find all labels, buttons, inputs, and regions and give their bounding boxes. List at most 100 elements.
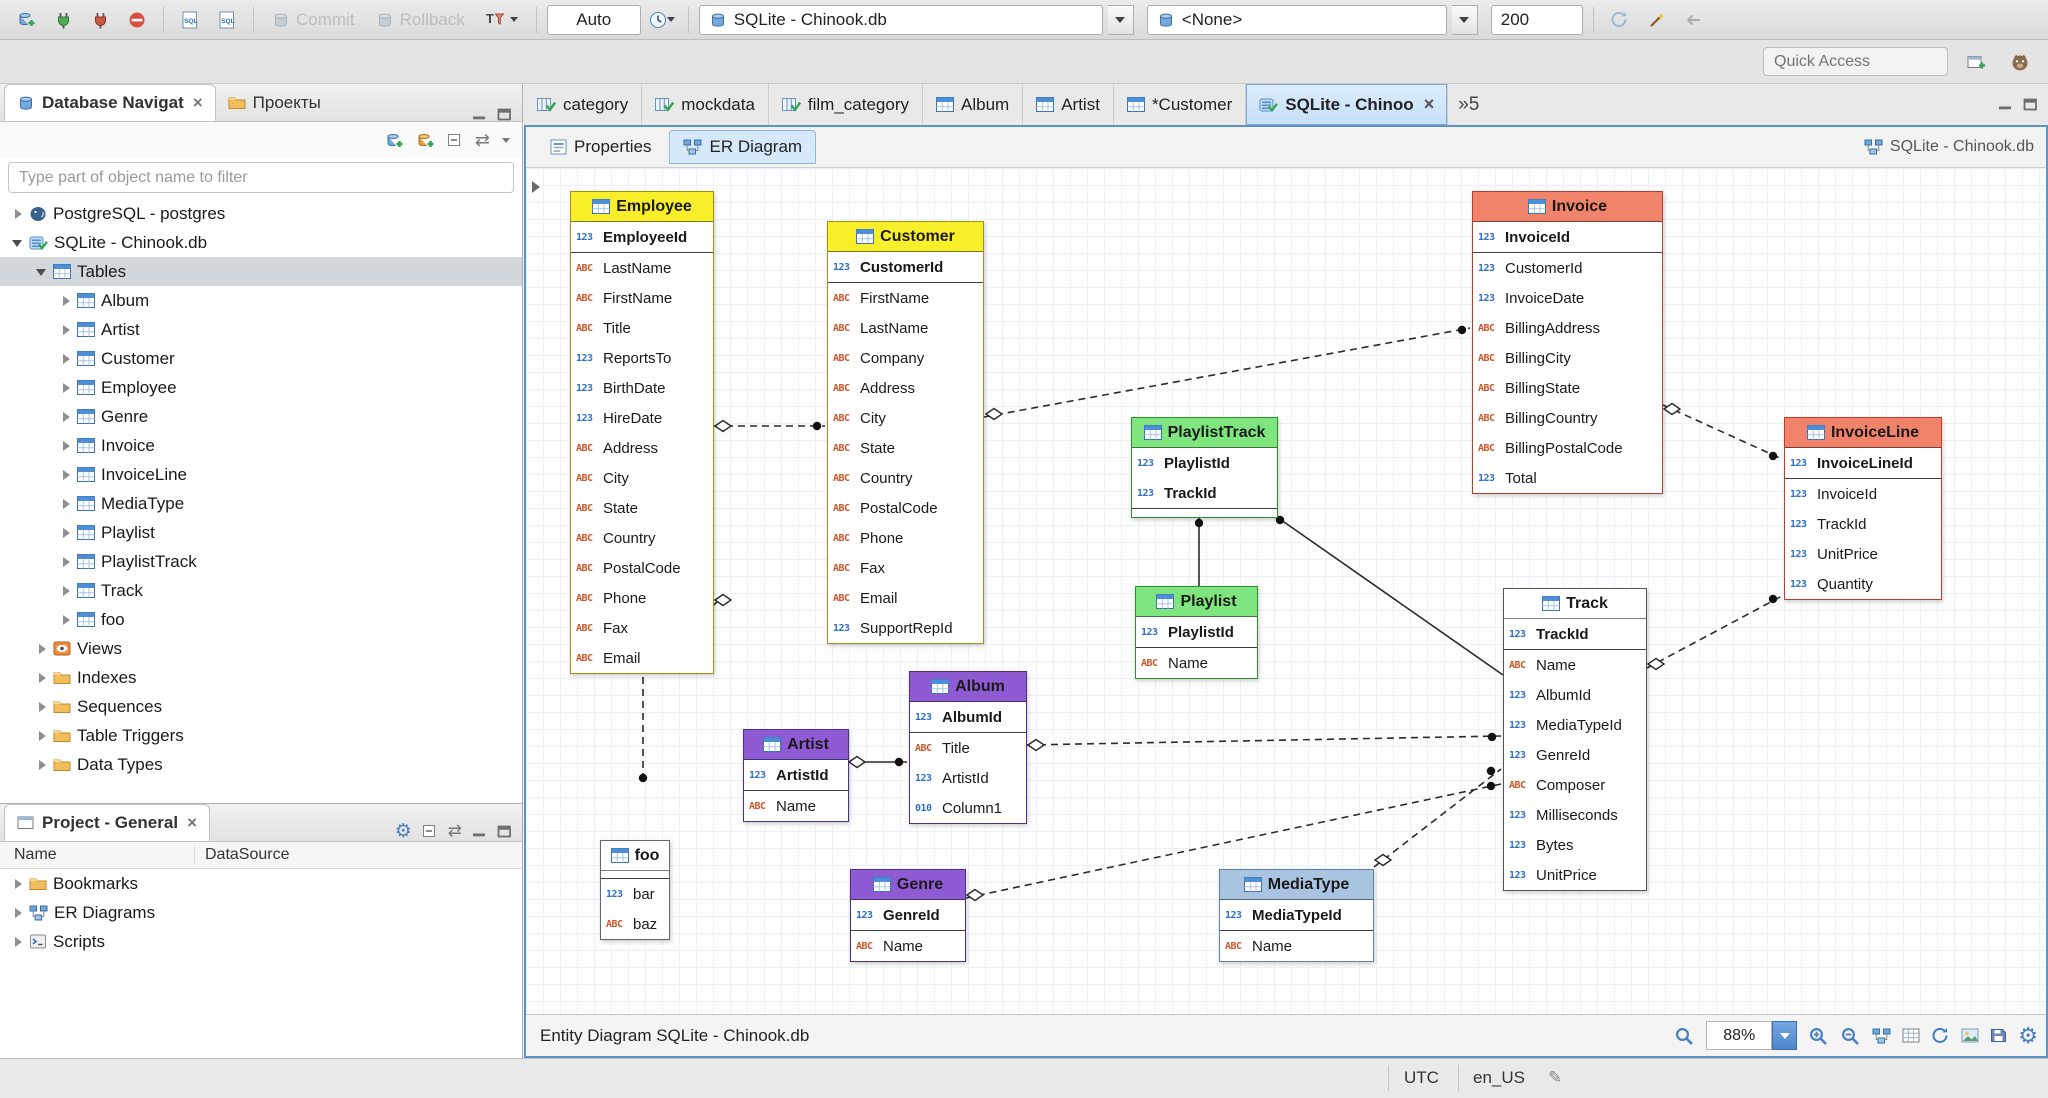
- tree-item-genre[interactable]: Genre: [0, 402, 522, 431]
- entity-column-invoiceid[interactable]: 123 InvoiceId: [1785, 479, 1941, 509]
- entity-header[interactable]: Track: [1504, 589, 1646, 619]
- entity-column-billingcity[interactable]: ABC BillingCity: [1473, 343, 1662, 373]
- disconnect-icon[interactable]: [84, 4, 116, 36]
- expander-icon[interactable]: [58, 553, 75, 570]
- fetch-size-input[interactable]: [1490, 4, 1583, 35]
- entity-invoice[interactable]: Invoice 123 InvoiceId 123 CustomerId 123 Invoi…: [1472, 191, 1663, 494]
- tab-database-navigator[interactable]: Database Navigat ×: [4, 84, 216, 121]
- tab-overflow-indicator[interactable]: »5: [1448, 84, 1489, 125]
- entity-column-invoiceid[interactable]: 123 InvoiceId: [1473, 222, 1662, 252]
- entity-column-lastname[interactable]: ABC LastName: [571, 253, 713, 283]
- transaction-mode-select[interactable]: Auto: [546, 4, 641, 35]
- editor-tab-artist[interactable]: Artist: [1023, 84, 1114, 125]
- invalidate-icon[interactable]: [121, 4, 153, 36]
- entity-header[interactable]: foo: [601, 841, 669, 871]
- tab-er-diagram[interactable]: ER Diagram: [669, 130, 817, 164]
- close-icon[interactable]: ×: [1424, 94, 1435, 115]
- entity-column-lastname[interactable]: ABC LastName: [828, 313, 983, 343]
- tree-item-album[interactable]: Album: [0, 286, 522, 315]
- entity-column-genreid[interactable]: 123 GenreId: [851, 900, 965, 930]
- entity-column-email[interactable]: ABC Email: [571, 643, 713, 673]
- entity-column-state[interactable]: ABC State: [828, 433, 983, 463]
- entity-header[interactable]: PlaylistTrack: [1132, 418, 1277, 448]
- export-image-icon[interactable]: [1961, 1028, 1979, 1043]
- new-connection-icon[interactable]: [10, 4, 42, 36]
- entity-foo[interactable]: foo 123 bar ABC baz: [600, 840, 670, 940]
- entity-header[interactable]: Genre: [851, 870, 965, 900]
- column-header-datasource[interactable]: DataSource: [195, 846, 290, 864]
- entity-column-mediatypeid[interactable]: 123 MediaTypeId: [1504, 710, 1646, 740]
- entity-invoiceline[interactable]: InvoiceLine 123 InvoiceLineId 123 InvoiceId 1…: [1784, 417, 1942, 600]
- entity-column-customerid[interactable]: 123 CustomerId: [1473, 253, 1662, 283]
- relation-line-track-mediatype[interactable]: [1373, 768, 1502, 868]
- magic-wand-button[interactable]: [1641, 4, 1673, 36]
- entity-column-billingstate[interactable]: ABC BillingState: [1473, 373, 1662, 403]
- tree-item-invoice[interactable]: Invoice: [0, 431, 522, 460]
- entity-column-trackid[interactable]: 123 TrackId: [1132, 478, 1277, 508]
- refresh-button[interactable]: [1604, 4, 1636, 36]
- diagram-search-icon[interactable]: [1674, 1026, 1695, 1046]
- expander-icon[interactable]: [58, 524, 75, 541]
- transaction-log-button[interactable]: T: [478, 4, 526, 36]
- entity-column-trackid[interactable]: 123 TrackId: [1785, 509, 1941, 539]
- entity-track[interactable]: Track 123 TrackId ABC Name 123 AlbumId 123 Media…: [1503, 588, 1647, 891]
- editor-tab-album[interactable]: Album: [923, 84, 1024, 125]
- entity-album[interactable]: Album 123 AlbumId ABC Title 123 ArtistId 010 Col…: [909, 671, 1027, 824]
- entity-column-genreid[interactable]: 123 GenreId: [1504, 740, 1646, 770]
- maximize-icon[interactable]: [497, 108, 512, 121]
- dbeaver-perspective-button[interactable]: [2004, 46, 2036, 78]
- entity-column-employeeid[interactable]: 123 EmployeeId: [571, 222, 713, 252]
- entity-header[interactable]: Employee: [571, 192, 713, 222]
- active-connection-select[interactable]: SQLite - Chinook.db: [698, 4, 1103, 35]
- entity-column-billingaddress[interactable]: ABC BillingAddress: [1473, 313, 1662, 343]
- new-connection-small-icon[interactable]: [385, 132, 404, 149]
- entity-column-artistid[interactable]: 123 ArtistId: [744, 760, 848, 790]
- tree-item-artist[interactable]: Artist: [0, 315, 522, 344]
- expander-icon[interactable]: [58, 466, 75, 483]
- tab-project-general[interactable]: Project - General ×: [4, 804, 210, 841]
- diagram-settings-gear-icon[interactable]: ⚙: [2018, 1024, 2038, 1047]
- save-diagram-icon[interactable]: [1990, 1028, 2007, 1043]
- back-button[interactable]: [1678, 4, 1710, 36]
- entity-genre[interactable]: Genre 123 GenreId ABC Name: [850, 869, 966, 962]
- entity-mediatype[interactable]: MediaType 123 MediaTypeId ABC Name: [1219, 869, 1374, 962]
- entity-column-milliseconds[interactable]: 123 Milliseconds: [1504, 800, 1646, 830]
- link-with-editor-icon[interactable]: ⇄: [475, 130, 490, 151]
- entity-column-name[interactable]: ABC Name: [1220, 931, 1373, 961]
- entity-column-bytes[interactable]: 123 Bytes: [1504, 830, 1646, 860]
- entity-column-email[interactable]: ABC Email: [828, 583, 983, 613]
- entity-column-bar[interactable]: 123 bar: [601, 879, 669, 909]
- project-item-er-diagrams[interactable]: ER Diagrams: [0, 898, 522, 927]
- commit-button[interactable]: Commit: [264, 4, 363, 36]
- entity-column-invoicedate[interactable]: 123 InvoiceDate: [1473, 283, 1662, 313]
- entity-column-birthdate[interactable]: 123 BirthDate: [571, 373, 713, 403]
- tree-filter-input[interactable]: [8, 162, 514, 193]
- expander-icon[interactable]: [58, 321, 75, 338]
- refresh-diagram-icon[interactable]: [1931, 1027, 1950, 1044]
- entity-column-invoicelineid[interactable]: 123 InvoiceLineId: [1785, 448, 1941, 478]
- relation-line-invoiceline-invoice[interactable]: [1662, 404, 1783, 460]
- close-icon[interactable]: ×: [193, 93, 203, 113]
- entity-column-phone[interactable]: ABC Phone: [571, 583, 713, 613]
- expander-icon[interactable]: [34, 669, 51, 686]
- palette-toggle-icon[interactable]: [528, 176, 544, 198]
- maximize-icon[interactable]: [2023, 98, 2038, 111]
- entity-column-country[interactable]: ABC Country: [571, 523, 713, 553]
- er-diagram-canvas[interactable]: Employee 123 EmployeeId ABC LastName ABC First…: [526, 168, 2046, 1014]
- expander-icon[interactable]: [58, 437, 75, 454]
- tab-properties[interactable]: Properties: [536, 130, 665, 164]
- expander-icon[interactable]: [58, 292, 75, 309]
- transaction-history-button[interactable]: [646, 4, 678, 36]
- collapse-all-icon[interactable]: [447, 133, 463, 147]
- connect-icon[interactable]: [47, 4, 79, 36]
- maximize-icon[interactable]: [497, 825, 512, 838]
- collapse-all-icon[interactable]: [422, 824, 438, 838]
- connection-dropdown-button[interactable]: [1107, 4, 1134, 35]
- entity-employee[interactable]: Employee 123 EmployeeId ABC LastName ABC First…: [570, 191, 714, 674]
- entity-header[interactable]: Album: [910, 672, 1026, 702]
- editor-tab-sqlite-chinoo[interactable]: SQLite - Chinoo ×: [1246, 84, 1449, 125]
- tree-item-playlist[interactable]: Playlist: [0, 518, 522, 547]
- tree-item-sqlite-chinook-db[interactable]: SQLite - Chinook.db: [0, 228, 522, 257]
- expander-icon[interactable]: [10, 205, 27, 222]
- entity-column-mediatypeid[interactable]: 123 MediaTypeId: [1220, 900, 1373, 930]
